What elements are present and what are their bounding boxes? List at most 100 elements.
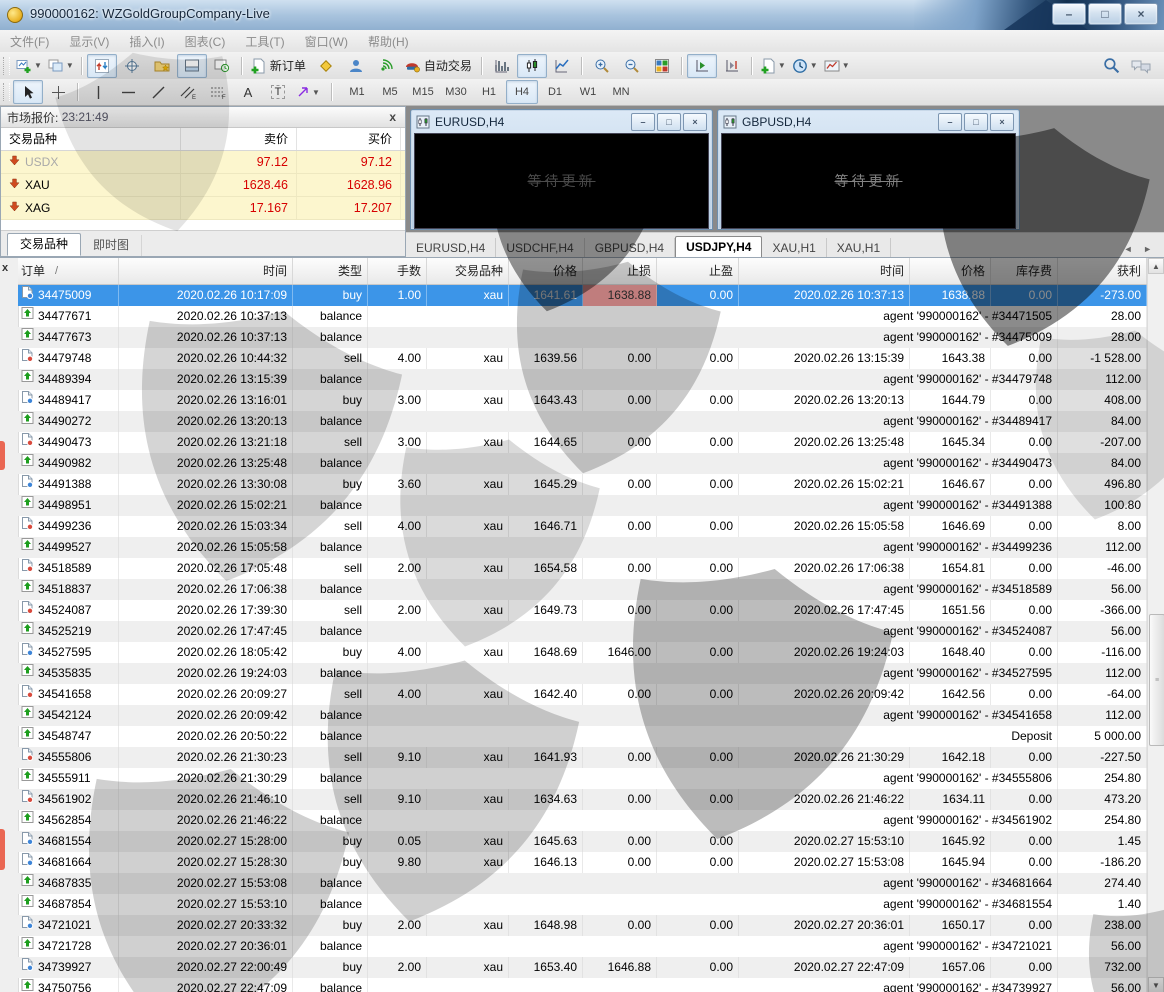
history-row-34750756[interactable]: 34750756 2020.02.27 22:47:09 balance agent … [18,978,1147,992]
col-header-lots[interactable]: 手数 [368,258,427,284]
history-row-34490982[interactable]: 34490982 2020.02.26 13:25:48 balance agent … [18,453,1147,474]
timeframe-h1[interactable]: H1 [473,80,505,104]
history-row-34739927[interactable]: 34739927 2020.02.27 22:00:49 buy 2.00 xau 165… [18,957,1147,978]
history-row-34681664[interactable]: 34681664 2020.02.27 15:28:30 buy 9.80 xau 164… [18,852,1147,873]
auto-scroll-button[interactable] [686,53,717,78]
zoom-out-button[interactable] [617,54,647,78]
minimize-button[interactable]: – [1052,3,1086,25]
timeframe-d1[interactable]: D1 [539,80,571,104]
text-tool[interactable]: A [233,80,263,104]
chart-close-button[interactable]: × [683,112,707,131]
data-window-button[interactable] [117,54,147,78]
history-row-34555911[interactable]: 34555911 2020.02.26 21:30:29 balance agent … [18,768,1147,789]
new-chart-button[interactable]: ▼ [13,54,45,78]
dropdown-caret-icon[interactable]: ▼ [34,61,42,70]
history-row-34525219[interactable]: 34525219 2020.02.26 17:47:45 balance agent … [18,621,1147,642]
candlestick-button[interactable] [516,53,547,78]
chart-shift-button[interactable] [717,54,747,78]
history-row-34721021[interactable]: 34721021 2020.02.27 20:33:32 buy 2.00 xau 164… [18,915,1147,936]
history-row-34687835[interactable]: 34687835 2020.02.27 15:53:08 balance agent … [18,873,1147,894]
periods-button[interactable]: ▼ [789,54,821,78]
history-row-34479748[interactable]: 34479748 2020.02.26 10:44:32 sell 4.00 xau 16… [18,348,1147,369]
signals-button[interactable] [371,54,401,78]
horizontal-line-tool[interactable] [113,80,143,104]
col-header-symbol[interactable]: 交易品种 [427,258,509,284]
market-row-xag[interactable]: XAG 17.167 17.207 [1,197,405,220]
metaeditor-button[interactable] [311,54,341,78]
chart-window-gbpusd[interactable]: GBPUSD,H4 – □ × 等待更新 [717,109,1020,230]
col-header-open-time[interactable]: 时间 [119,258,293,284]
indicators-button[interactable]: ▼ [757,54,789,78]
history-row-34498951[interactable]: 34498951 2020.02.26 15:02:21 balance agent … [18,495,1147,516]
history-row-34721728[interactable]: 34721728 2020.02.27 20:36:01 balance agent … [18,936,1147,957]
close-button[interactable]: × [1124,3,1158,25]
history-row-34490473[interactable]: 34490473 2020.02.26 13:21:18 sell 3.00 xau 16… [18,432,1147,453]
chart-tab-gbpusd-h4[interactable]: GBPUSD,H4 [585,238,676,258]
timeframe-m30[interactable]: M30 [440,80,472,104]
new-order-label[interactable]: 新订单 [268,57,308,74]
col-header-open-price[interactable]: 价格 [509,258,583,284]
dropdown-caret-icon[interactable]: ▼ [312,88,320,97]
col-header-swap[interactable]: 库存费 [991,258,1058,284]
history-row-34499527[interactable]: 34499527 2020.02.26 15:05:58 balance agent … [18,537,1147,558]
scroll-up-icon[interactable]: ▲ [1148,258,1164,274]
chart-minimize-button[interactable]: – [938,112,962,131]
market-row-usdx[interactable]: USDX 97.12 97.12 [1,151,405,174]
history-row-34681554[interactable]: 34681554 2020.02.27 15:28:00 buy 0.05 xau 164… [18,831,1147,852]
menu-item-4[interactable]: 工具(T) [235,31,294,52]
trendline-tool[interactable] [143,80,173,104]
dropdown-caret-icon[interactable]: ▼ [842,61,850,70]
history-row-34518589[interactable]: 34518589 2020.02.26 17:05:48 sell 2.00 xau 16… [18,558,1147,579]
history-row-34524087[interactable]: 34524087 2020.02.26 17:39:30 sell 2.00 xau 16… [18,600,1147,621]
chart-tab-usdjpy-h4[interactable]: USDJPY,H4 [675,236,763,258]
history-row-34555806[interactable]: 34555806 2020.02.26 21:30:23 sell 9.10 xau 16… [18,747,1147,768]
col-header-close-price[interactable]: 价格 [910,258,991,284]
col-header-profit[interactable]: 获利 [1058,258,1147,284]
history-row-34518837[interactable]: 34518837 2020.02.26 17:06:38 balance agent … [18,579,1147,600]
timeframe-m15[interactable]: M15 [407,80,439,104]
timeframe-m1[interactable]: M1 [341,80,373,104]
autotrading-label[interactable]: 自动交易 [422,57,474,74]
arrows-tool[interactable]: ▼ [293,80,323,104]
restore-button[interactable]: □ [1088,3,1122,25]
market-row-xau[interactable]: XAU 1628.46 1628.96 [1,174,405,197]
history-row-34687854[interactable]: 34687854 2020.02.27 15:53:10 balance agent … [18,894,1147,915]
tab-scroll-arrows[interactable]: ◄ ► [1124,244,1164,258]
history-row-34527595[interactable]: 34527595 2020.02.26 18:05:42 buy 4.00 xau 164… [18,642,1147,663]
menu-item-1[interactable]: 显示(V) [59,31,119,52]
timeframe-h4[interactable]: H4 [506,80,538,104]
line-chart-button[interactable] [547,54,577,78]
history-row-34489417[interactable]: 34489417 2020.02.26 13:16:01 buy 3.00 xau 164… [18,390,1147,411]
chart-restore-button[interactable]: □ [657,112,681,131]
navigator-button[interactable] [147,54,177,78]
autotrading-button[interactable]: 自动交易 [401,54,477,78]
chart-tab-xau-h1[interactable]: XAU,H1 [762,238,827,258]
scrollbar-thumb[interactable]: ≡ [1149,614,1164,746]
terminal-toggle[interactable] [176,53,207,78]
profiles-button[interactable]: ▼ [45,54,77,78]
timeframe-w1[interactable]: W1 [572,80,604,104]
history-row-34477671[interactable]: 34477671 2020.02.26 10:37:13 balance agent … [18,306,1147,327]
community-button[interactable] [341,54,371,78]
strategy-tester-button[interactable] [207,54,237,78]
timeframe-m5[interactable]: M5 [374,80,406,104]
chart-tab-usdchf-h4[interactable]: USDCHF,H4 [496,238,585,258]
dropdown-caret-icon[interactable]: ▼ [66,61,74,70]
crosshair-tool[interactable] [43,80,73,104]
search-button[interactable] [1096,54,1126,78]
menu-item-0[interactable]: 文件(F) [0,31,59,52]
bar-chart-button[interactable] [487,54,517,78]
col-header-tp[interactable]: 止盈 [657,258,739,284]
market-watch-col-0[interactable]: 交易品种 [1,128,181,150]
timeframe-mn[interactable]: MN [605,80,637,104]
text-label-tool[interactable]: T [263,80,293,104]
menu-item-6[interactable]: 帮助(H) [358,31,419,52]
history-row-34548747[interactable]: 34548747 2020.02.26 20:50:22 balance Deposi… [18,726,1147,747]
market-watch-toggle[interactable] [86,53,117,78]
chart-canvas[interactable]: 等待更新 [721,133,1016,229]
dropdown-caret-icon[interactable]: ▼ [810,61,818,70]
fibonacci-tool[interactable]: F [203,80,233,104]
vertical-line-tool[interactable] [83,80,113,104]
history-row-34489394[interactable]: 34489394 2020.02.26 13:15:39 balance agent … [18,369,1147,390]
market-watch-tab-0[interactable]: 交易品种 [7,233,82,256]
